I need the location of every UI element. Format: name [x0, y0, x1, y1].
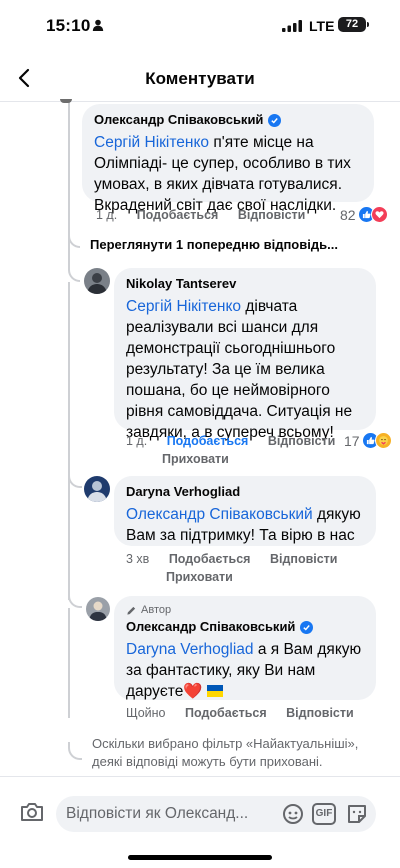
heart-emoji: ❤️: [183, 683, 203, 700]
verified-badge-icon: [300, 620, 314, 634]
status-bar: 15:10 LTE 72: [0, 0, 400, 52]
comment-text: Олександр Співаковський дякую Вам за під…: [126, 506, 361, 544]
reply-button[interactable]: Відповісти: [238, 208, 306, 222]
thread-connector: [68, 262, 80, 282]
author-badge: Автор: [126, 604, 364, 616]
comment-bubble: Олександр Співаковський Сергій Нікітенко…: [82, 104, 374, 214]
author-name[interactable]: Олександр Співаковський: [94, 112, 263, 128]
comment-time[interactable]: 1 д.: [96, 208, 117, 222]
avatar[interactable]: [86, 597, 110, 621]
battery-tip: [367, 22, 369, 27]
ukraine-flag-icon: [206, 685, 223, 697]
header: Коментувати: [0, 52, 400, 102]
comment-text: Сергій Нікітенко дівчата реалізували всі…: [126, 298, 353, 441]
author-name[interactable]: Олександр Співаковський: [126, 619, 295, 635]
reactions-count: 82: [340, 206, 356, 223]
page-title: Коментувати: [145, 69, 255, 88]
comment-bubble: Daryna Verhogliad Олександр Співаковськи…: [114, 476, 376, 546]
avatar[interactable]: [84, 476, 110, 502]
thread-connector: [68, 590, 82, 608]
status-time: 15:10: [46, 16, 91, 35]
hide-button[interactable]: Приховати: [166, 570, 233, 584]
author-name[interactable]: Daryna Verhogliad: [126, 484, 240, 500]
comment-text: Сергій Нікітенко п'яте місце на Олімпіад…: [94, 134, 351, 214]
author-badge-label: Автор: [141, 604, 172, 616]
hide-button[interactable]: Приховати: [162, 452, 229, 466]
reactions-summary[interactable]: 82: [340, 206, 388, 223]
thread-connector: [68, 470, 82, 488]
comment-bubble: Автор Олександр Співаковський Daryna Ver…: [114, 596, 376, 700]
gif-button[interactable]: GIF: [312, 803, 336, 825]
love-reaction-icon: [370, 206, 388, 223]
author-name[interactable]: Nikolay Tantserev: [126, 276, 236, 292]
thread-line: [68, 282, 70, 600]
comment-text: Daryna Verhogliad а я Вам дякую за фанта…: [126, 641, 362, 700]
pen-icon: [127, 606, 136, 615]
comment-actions: 3 хв Подобається Відповісти: [126, 552, 354, 566]
signal-icon: [282, 20, 302, 32]
reply-button[interactable]: Відповісти: [270, 552, 338, 566]
verified-badge-icon: [268, 113, 282, 127]
avatar-sticker-icon[interactable]: [282, 803, 304, 825]
like-button[interactable]: Подобається: [185, 706, 267, 720]
camera-icon[interactable]: [20, 801, 44, 823]
comment-bubble: Nikolay Tantserev Сергій Нікітенко дівча…: [114, 268, 376, 441]
reactions-count: 17: [344, 432, 360, 449]
thread-connector: [68, 742, 82, 760]
thread-line: [68, 102, 70, 270]
reply-input-wrapper: GIF: [56, 796, 376, 832]
comment-actions: 1 д. Подобається Відповісти: [126, 434, 351, 448]
comment-author[interactable]: Олександр Співаковський: [126, 619, 364, 635]
comment-actions: 1 д. Подобається Відповісти: [96, 208, 321, 222]
comment-time[interactable]: Щойно: [126, 706, 166, 720]
comment-author[interactable]: Nikolay Tantserev: [126, 276, 364, 292]
comment-time[interactable]: 1 д.: [126, 434, 147, 448]
comment-author[interactable]: Олександр Співаковський: [94, 112, 362, 128]
person-icon: [92, 19, 104, 31]
comment-actions: Щойно Подобається Відповісти: [126, 706, 370, 720]
like-button[interactable]: Подобається: [137, 208, 219, 222]
comment-time[interactable]: 3 хв: [126, 552, 149, 566]
reply-input[interactable]: [66, 796, 278, 832]
home-indicator: [128, 855, 272, 860]
battery-icon: 72: [338, 17, 366, 32]
filter-notice: Оскільки вибрано фільтр «Найактуальніші»…: [92, 736, 359, 769]
reply-button[interactable]: Відповісти: [268, 434, 336, 448]
thread-line: [68, 608, 70, 718]
reply-button[interactable]: Відповісти: [286, 706, 354, 720]
reactions-summary[interactable]: 17: [344, 432, 392, 449]
avatar[interactable]: [60, 99, 72, 103]
mention-link[interactable]: Олександр Співаковський: [126, 506, 313, 523]
mention-link[interactable]: Daryna Verhogliad: [126, 641, 254, 658]
like-button[interactable]: Подобається: [169, 552, 251, 566]
see-previous-replies-link[interactable]: Переглянути 1 попередню відповідь...: [90, 237, 338, 252]
comment-author[interactable]: Daryna Verhogliad: [126, 484, 364, 500]
mention-link[interactable]: Сергій Нікітенко: [126, 298, 241, 315]
sticker-icon[interactable]: [346, 803, 368, 825]
network-label: LTE: [309, 18, 335, 34]
avatar[interactable]: [84, 268, 110, 294]
care-reaction-icon: [374, 432, 392, 449]
like-button-active[interactable]: Подобається: [167, 434, 249, 448]
reply-composer: GIF: [0, 776, 400, 868]
mention-link[interactable]: Сергій Нікітенко: [94, 134, 209, 151]
